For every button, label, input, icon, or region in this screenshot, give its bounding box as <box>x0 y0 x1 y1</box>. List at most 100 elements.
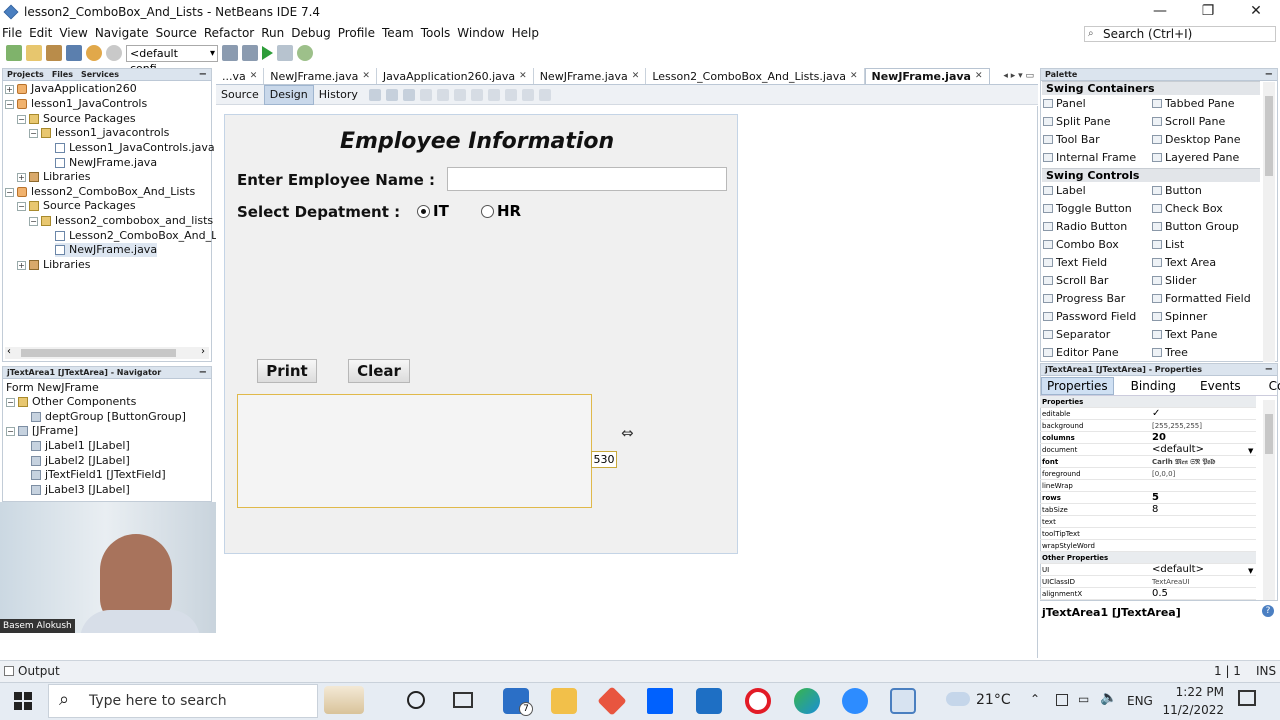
prop-value[interactable]: TextAreaUI <box>1152 576 1189 588</box>
palette-spinner-item[interactable]: Spinner <box>1152 310 1207 323</box>
tab-files[interactable]: Files <box>48 69 77 80</box>
prop-row[interactable]: columns 20 <box>1040 432 1256 444</box>
close-window-button[interactable]: ✕ <box>1232 0 1280 24</box>
nav-item[interactable]: deptGroup [ButtonGroup] <box>45 410 186 424</box>
debug-icon[interactable] <box>277 45 293 61</box>
edge-icon[interactable] <box>794 688 820 714</box>
palette-button-group-item[interactable]: Button Group <box>1152 220 1239 233</box>
align-right-icon[interactable] <box>436 88 449 101</box>
menu-window[interactable]: Window <box>457 26 504 40</box>
tab-projects[interactable]: Projects <box>3 69 48 80</box>
center-vertical-icon[interactable] <box>504 88 517 101</box>
palette-progress-bar-item[interactable]: Progress Bar <box>1043 292 1125 305</box>
prop-row[interactable]: background [255,255,255] <box>1040 420 1256 432</box>
expand-icon[interactable]: + <box>17 172 26 182</box>
align-left-icon[interactable] <box>419 88 432 101</box>
prop-value[interactable]: ✓ <box>1152 408 1160 420</box>
palette-slider-item[interactable]: Slider <box>1152 274 1196 287</box>
employee-name-field[interactable] <box>447 167 727 191</box>
print-button[interactable]: Print <box>257 359 317 383</box>
collapse-icon[interactable]: − <box>29 216 38 226</box>
palette-tabbed-pane-item[interactable]: Tabbed Pane <box>1152 97 1234 110</box>
prop-value[interactable]: [0,0,0] <box>1152 468 1175 480</box>
menu-run[interactable]: Run <box>261 26 284 40</box>
minimize-button[interactable]: — <box>1136 0 1184 24</box>
file-explorer-icon[interactable] <box>551 688 577 714</box>
palette-tree-item[interactable]: Tree <box>1152 346 1188 359</box>
align-top-icon[interactable] <box>470 88 483 101</box>
prop-value[interactable]: [255,255,255] <box>1152 420 1202 432</box>
palette-combo-box-item[interactable]: Combo Box <box>1043 238 1119 251</box>
minimize-panel-icon[interactable]: − <box>195 367 211 378</box>
nav-item[interactable]: jLabel1 [JLabel] <box>45 439 130 453</box>
prop-value[interactable]: 0.5 <box>1152 588 1168 600</box>
palette-password-field-item[interactable]: Password Field <box>1043 310 1136 323</box>
scroll-thumb[interactable] <box>1265 414 1273 454</box>
open-project-icon[interactable] <box>46 45 62 61</box>
palette-panel-item[interactable]: Panel <box>1043 97 1086 110</box>
close-tab-icon[interactable]: ✕ <box>975 69 983 84</box>
scroll-left-icon[interactable]: ‹ <box>7 346 11 357</box>
close-tab-icon[interactable]: ✕ <box>250 69 258 84</box>
palette-text-pane-item[interactable]: Text Pane <box>1152 328 1217 341</box>
clear-button[interactable]: Clear <box>348 359 410 383</box>
output-tab[interactable]: Output <box>18 664 60 678</box>
tree-item-selected[interactable]: NewJFrame.java <box>69 243 157 257</box>
news-widget-icon[interactable] <box>324 686 364 714</box>
collapse-icon[interactable]: − <box>6 397 15 407</box>
nav-item[interactable]: jLabel2 [JLabel] <box>45 454 130 468</box>
prop-value[interactable]: <default> <box>1152 444 1204 456</box>
tab-editor-active[interactable]: NewJFrame.java ✕ <box>864 68 990 84</box>
design-view-button[interactable]: Design <box>263 84 314 105</box>
palette-editor-pane-item[interactable]: Editor Pane <box>1043 346 1119 359</box>
tab-editor-2[interactable]: JavaApplication260.java ✕ <box>377 68 534 84</box>
tree-item[interactable]: Libraries <box>43 258 91 272</box>
radio-it[interactable]: IT <box>417 202 449 220</box>
expand-icon[interactable]: + <box>5 84 14 94</box>
employee-name-label[interactable]: Enter Employee Name : <box>237 171 435 189</box>
selection-mode-icon[interactable] <box>368 88 381 101</box>
prop-value[interactable]: 20 <box>1152 432 1166 444</box>
properties-scrollbar[interactable] <box>1263 400 1275 600</box>
menu-file[interactable]: File <box>2 26 22 40</box>
new-file-icon[interactable] <box>26 45 42 61</box>
opera-icon[interactable] <box>745 688 771 714</box>
tab-nav-icons[interactable]: ◂ ▸ ▾ ▭ <box>999 69 1038 84</box>
close-tab-icon[interactable]: ✕ <box>632 69 640 84</box>
prop-row[interactable]: foreground [0,0,0] <box>1040 468 1256 480</box>
minimize-panel-icon[interactable]: − <box>1261 69 1277 80</box>
palette-internal-frame-item[interactable]: Internal Frame <box>1043 151 1136 164</box>
collapse-icon[interactable]: − <box>17 201 26 211</box>
menu-debug[interactable]: Debug <box>291 26 330 40</box>
meet-now-icon[interactable] <box>1056 694 1068 706</box>
menu-view[interactable]: View <box>59 26 87 40</box>
palette-formatted-field-item[interactable]: Formatted Field <box>1152 292 1251 305</box>
prop-row[interactable]: editable ✓ <box>1040 408 1256 420</box>
tab-editor-3[interactable]: NewJFrame.java ✕ <box>534 68 647 84</box>
prop-row[interactable]: lineWrap <box>1040 480 1256 492</box>
tree-item[interactable]: Source Packages <box>43 112 136 126</box>
center-horizontal-icon[interactable] <box>453 88 466 101</box>
palette-list-item[interactable]: List <box>1152 238 1184 251</box>
new-project-icon[interactable] <box>6 45 22 61</box>
store-icon[interactable] <box>696 688 722 714</box>
menu-edit[interactable]: Edit <box>29 26 52 40</box>
radio-hr[interactable]: HR <box>481 202 521 220</box>
align-bottom-icon[interactable] <box>487 88 500 101</box>
resize-vertical-icon[interactable] <box>538 88 551 101</box>
horizontal-scrollbar[interactable]: ‹ › <box>5 346 209 359</box>
palette-scroll-bar-item[interactable]: Scroll Bar <box>1043 274 1108 287</box>
palette-text-area-item[interactable]: Text Area <box>1152 256 1216 269</box>
palette-check-box-item[interactable]: Check Box <box>1152 202 1223 215</box>
language-indicator[interactable]: ENG <box>1127 694 1153 708</box>
connection-mode-icon[interactable] <box>385 88 398 101</box>
prop-row[interactable]: rows 5 <box>1040 492 1256 504</box>
collapse-icon[interactable]: − <box>5 99 14 109</box>
palette-scrollbar[interactable] <box>1263 82 1275 362</box>
redo-icon[interactable] <box>106 45 122 61</box>
clock-time[interactable]: 1:22 PM <box>1172 685 1224 699</box>
heading-label[interactable]: Employee Information <box>340 129 614 154</box>
profile-icon[interactable] <box>297 45 313 61</box>
swing-containers-category[interactable]: Swing Containers <box>1042 81 1260 95</box>
tree-item[interactable]: Source Packages <box>43 199 136 213</box>
